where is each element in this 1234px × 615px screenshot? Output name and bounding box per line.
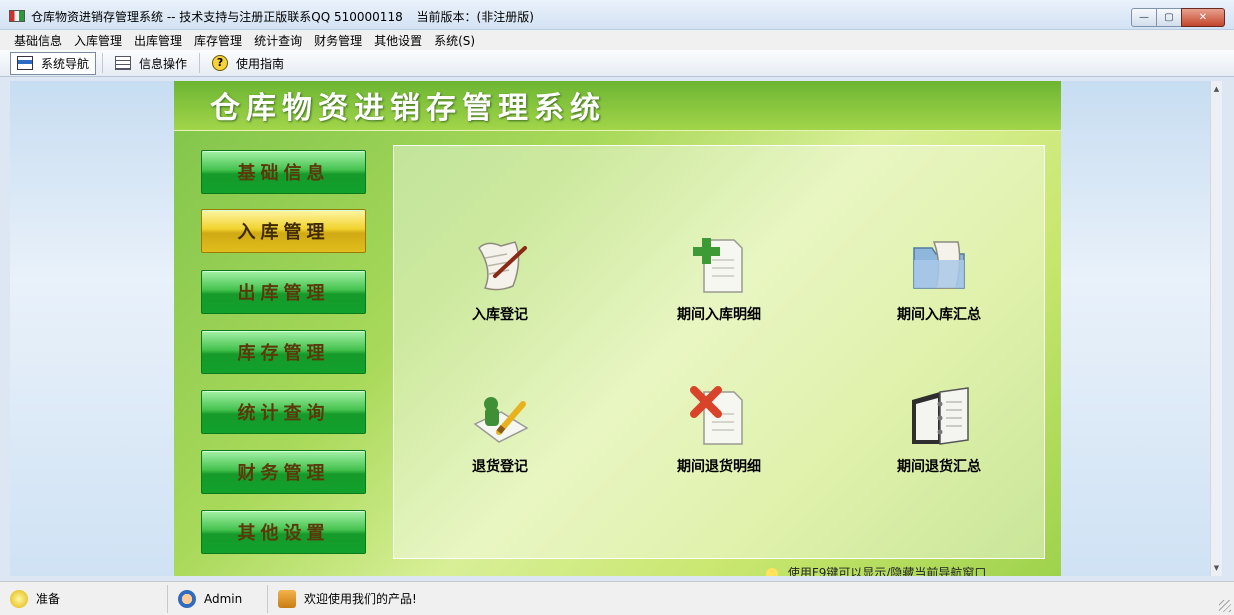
resize-grip[interactable]: [1219, 600, 1231, 612]
status-user-cell: Admin: [168, 584, 268, 613]
binder-icon: [904, 382, 974, 452]
banner-title: 仓库物资进销存管理系统: [210, 91, 606, 126]
tile-label: 期间入库明细: [677, 307, 761, 323]
tile-label: 退货登记: [472, 459, 528, 475]
sidebar-button-other-settings[interactable]: 其他设置: [201, 510, 366, 554]
tile-inbound-register[interactable]: 入库登记: [430, 230, 570, 324]
hotkey-tip-text: 使用F9键可以显示/隐藏当前导航窗口: [787, 566, 987, 576]
toolbar: 系统导航 信息操作 ? 使用指南: [0, 50, 1234, 77]
status-user-text: Admin: [204, 591, 243, 606]
menu-item-inbound[interactable]: 入库管理: [68, 32, 128, 49]
user-guide-label: 使用指南: [236, 56, 285, 71]
app-icon: [9, 10, 25, 22]
sidebar-button-basic-info[interactable]: 基础信息: [201, 150, 366, 194]
window-title: 仓库物资进销存管理系统 -- 技术支持与注册正版联系QQ 510000118 当…: [31, 8, 544, 25]
tile-label: 期间退货明细: [677, 459, 761, 475]
lightbulb-icon: [10, 589, 28, 608]
vertical-scrollbar[interactable]: ▲ ▼: [1210, 81, 1222, 576]
menu-item-inventory[interactable]: 库存管理: [188, 32, 248, 49]
version-label: 当前版本：(非注册版): [416, 10, 534, 24]
nav-icon: [17, 56, 33, 70]
status-message-text: 欢迎使用我们的产品!: [304, 592, 417, 606]
lightbulb-icon: [766, 567, 778, 576]
tile-period-inbound-summary[interactable]: 期间入库汇总: [869, 230, 1009, 324]
sidebar-button-inbound[interactable]: 入库管理: [201, 209, 366, 253]
menu-item-outbound[interactable]: 出库管理: [128, 32, 188, 49]
grid-icon: [115, 56, 132, 70]
system-navigation-label: 系统导航: [41, 56, 90, 71]
close-button[interactable]: ✕: [1181, 8, 1225, 27]
status-ready-text: 准备: [36, 592, 61, 606]
toolbar-divider: [102, 53, 104, 73]
scroll-up-icon[interactable]: ▲: [1211, 83, 1222, 95]
menu-item-basic-info[interactable]: 基础信息: [8, 32, 68, 49]
minimize-button[interactable]: —: [1131, 8, 1157, 27]
navigation-panel: 仓库物资进销存管理系统 基础信息 入库管理 出库管理 库存管理 统计查询 财务管…: [174, 81, 1061, 576]
menu-item-finance[interactable]: 财务管理: [308, 32, 368, 49]
folder-documents-icon: [904, 230, 974, 300]
workspace-right-background: [1061, 81, 1211, 576]
scroll-pen-icon: [465, 230, 535, 300]
window-title-text: 仓库物资进销存管理系统 -- 技术支持与注册正版联系QQ 510000118: [31, 10, 403, 24]
tile-period-return-summary[interactable]: 期间退货汇总: [869, 382, 1009, 476]
tile-period-return-detail[interactable]: 期间退货明细: [649, 382, 789, 476]
status-bar: 准备 Admin 欢迎使用我们的产品!: [0, 581, 1234, 615]
hotkey-tip: 使用F9键可以显示/隐藏当前导航窗口: [766, 564, 986, 576]
sidebar-button-statistics[interactable]: 统计查询: [201, 390, 366, 434]
sidebar-button-inventory[interactable]: 库存管理: [201, 330, 366, 374]
toolbar-divider: [199, 53, 201, 73]
user-guide-button[interactable]: ? 使用指南: [206, 52, 290, 75]
window-controls: — ▢ ✕: [1131, 8, 1225, 27]
tile-label: 入库登记: [472, 307, 528, 323]
document-add-icon: [684, 230, 754, 300]
menu-item-statistics[interactable]: 统计查询: [248, 32, 308, 49]
tile-return-register[interactable]: 退货登记: [430, 382, 570, 476]
user-icon: [178, 589, 196, 608]
home-icon: [278, 589, 296, 608]
scroll-down-icon[interactable]: ▼: [1211, 562, 1222, 574]
function-panel: 入库登记 期间入库明细 期间入库汇总 退货登记 期间退货明细 期间退货汇总: [393, 145, 1045, 559]
status-ready-cell: 准备: [0, 584, 168, 613]
status-message-cell: 欢迎使用我们的产品!: [268, 585, 568, 613]
info-operation-label: 信息操作: [139, 56, 188, 71]
title-bar: 仓库物资进销存管理系统 -- 技术支持与注册正版联系QQ 510000118 当…: [0, 0, 1234, 30]
document-delete-icon: [684, 382, 754, 452]
menu-item-system[interactable]: 系统(S): [428, 32, 481, 49]
workspace: 仓库物资进销存管理系统 基础信息 入库管理 出库管理 库存管理 统计查询 财务管…: [10, 81, 1222, 576]
system-navigation-button[interactable]: 系统导航: [10, 51, 97, 75]
tile-label: 期间退货汇总: [897, 459, 981, 475]
menu-bar: 基础信息 入库管理 出库管理 库存管理 统计查询 财务管理 其他设置 系统(S): [0, 30, 1234, 50]
info-operation-button[interactable]: 信息操作: [109, 52, 193, 75]
notepad-pencil-icon: [465, 382, 535, 452]
workspace-left-background: [10, 81, 174, 576]
maximize-button[interactable]: ▢: [1156, 8, 1182, 27]
tile-period-inbound-detail[interactable]: 期间入库明细: [649, 230, 789, 324]
tile-label: 期间入库汇总: [897, 307, 981, 323]
menu-item-other-settings[interactable]: 其他设置: [368, 32, 428, 49]
sidebar-button-finance[interactable]: 财务管理: [201, 450, 366, 494]
sidebar-button-outbound[interactable]: 出库管理: [201, 270, 366, 314]
help-icon: ?: [212, 55, 229, 71]
banner: 仓库物资进销存管理系统: [174, 81, 1061, 131]
